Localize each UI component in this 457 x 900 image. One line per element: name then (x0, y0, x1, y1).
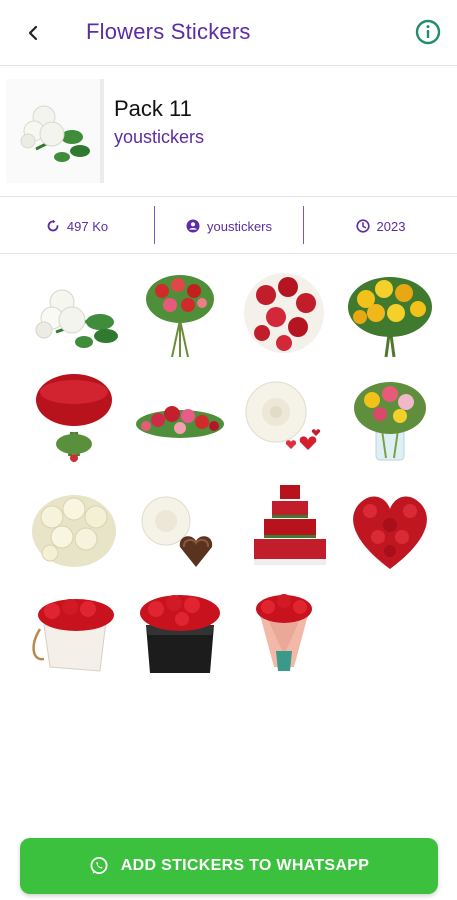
pack-tray-image (6, 79, 104, 183)
author-label: youstickers (206, 218, 273, 234)
sticker-yellow-roses[interactable] (342, 265, 438, 361)
sticker-rose-box-bag[interactable] (26, 585, 122, 681)
sticker-red-white-roses[interactable] (236, 265, 332, 361)
back-button[interactable] (20, 19, 48, 47)
add-to-whatsapp-label: ADD STICKERS TO WHATSAPP (120, 857, 370, 874)
info-button[interactable] (414, 18, 442, 46)
sticker-rose-black-box[interactable] (132, 585, 228, 681)
sticker-flower-arrangement[interactable] (132, 372, 228, 468)
add-to-whatsapp-button[interactable]: ADD STICKERS TO WHATSAPP (20, 838, 438, 894)
app-bar: Flowers Stickers (0, 0, 457, 66)
author-info: youstickers (155, 198, 303, 254)
whatsapp-icon (90, 857, 108, 874)
sticker-white-roses-bunch[interactable] (26, 483, 122, 579)
year-info: 2023 (304, 198, 457, 254)
sticker-red-rose-heart[interactable] (342, 481, 438, 577)
size-info: 497 Ko (0, 198, 154, 254)
pack-name: Pack 11 (114, 96, 192, 121)
page-title: Flowers Stickers (86, 19, 251, 44)
sticker-pink-wrapped-bouquet[interactable] (236, 585, 332, 681)
clock-icon (355, 219, 370, 233)
sticker-white-rose-hearts[interactable] (236, 372, 332, 468)
sticker-red-rose-dome[interactable] (26, 372, 122, 468)
sticker-tiered-red-cake[interactable] (242, 477, 338, 573)
year-label: 2023 (376, 218, 406, 234)
pack-header: Pack 11 youstickers (0, 67, 457, 197)
back-arrow-icon (28, 25, 38, 41)
sticker-flowers-in-vase[interactable] (342, 372, 438, 468)
sticker-white-rose-cake[interactable] (132, 483, 228, 579)
pack-meta-row: 497 Ko youstickers 2023 (0, 198, 457, 254)
info-icon (415, 19, 441, 45)
sticker-mixed-bouquet[interactable] (132, 265, 228, 361)
size-label: 497 Ko (66, 218, 109, 234)
sticker-white-roses[interactable] (26, 270, 122, 366)
refresh-icon (47, 219, 59, 232)
person-icon (186, 219, 200, 233)
pack-publisher[interactable]: youstickers (114, 127, 204, 148)
